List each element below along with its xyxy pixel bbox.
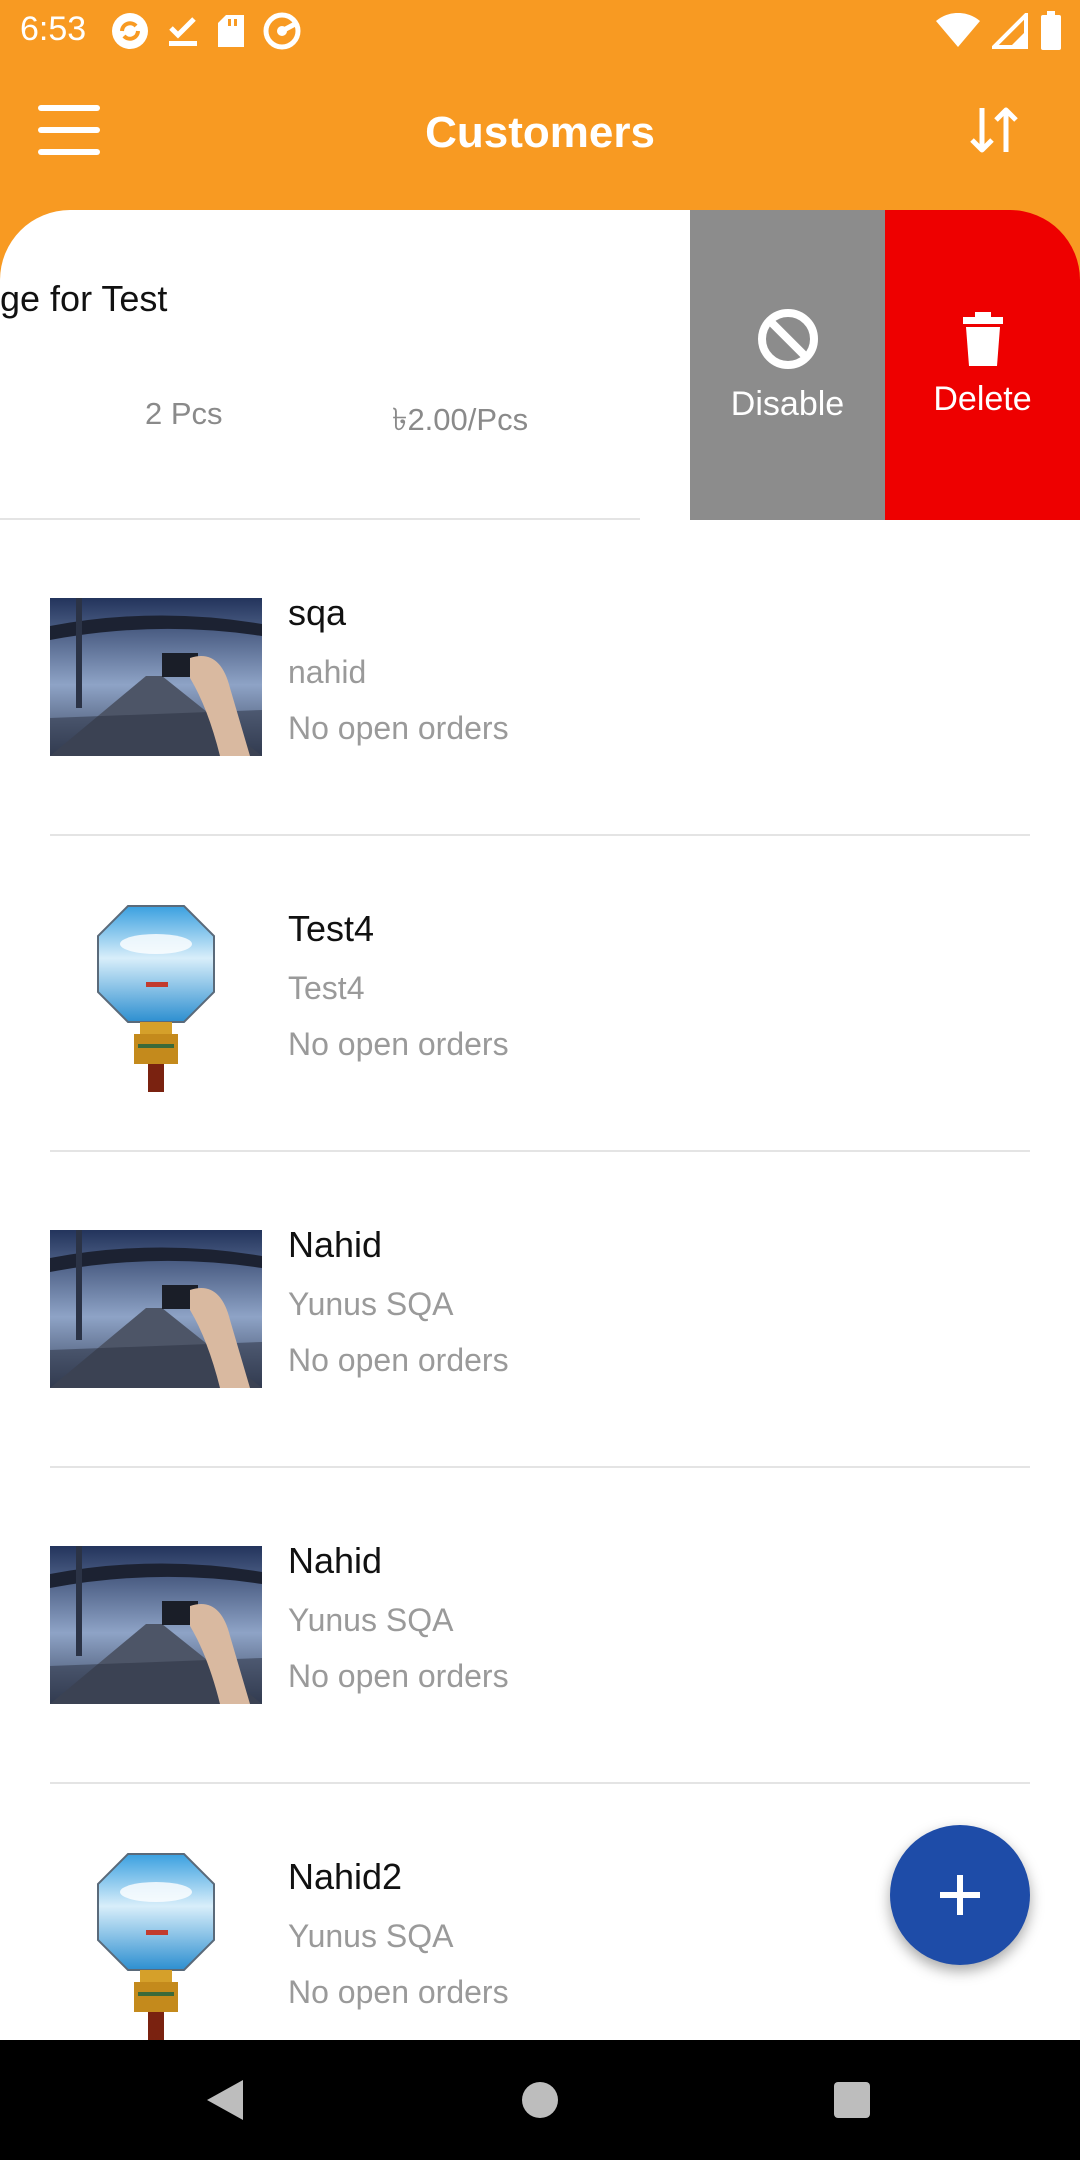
list-item[interactable]: Nahid Yunus SQA No open orders bbox=[0, 1468, 1080, 1784]
sync-icon bbox=[112, 13, 148, 49]
plus-icon bbox=[940, 1875, 980, 1915]
check-download-icon bbox=[169, 17, 197, 46]
status-bar: 6:53 bbox=[0, 0, 1080, 60]
status-time: 6:53 bbox=[20, 10, 87, 48]
customer-name: Nahid bbox=[288, 1224, 383, 1265]
customer-lcd-thumbnail bbox=[97, 1853, 215, 2040]
trash-icon bbox=[962, 311, 1003, 366]
customer-company: Yunus SQA bbox=[288, 1286, 454, 1322]
customer-company: Yunus SQA bbox=[288, 1918, 454, 1954]
page-title: Customers bbox=[425, 108, 655, 157]
customer-company: Test4 bbox=[288, 970, 365, 1006]
disable-button[interactable]: Disable bbox=[690, 210, 885, 520]
sd-card-icon bbox=[218, 15, 244, 47]
customer-photo-thumbnail bbox=[50, 1230, 262, 1388]
list-item[interactable]: Nahid Yunus SQA No open orders bbox=[0, 1152, 1080, 1468]
customer-name: Test4 bbox=[288, 908, 375, 949]
swiped-item-quantity: 2 Pcs bbox=[145, 396, 223, 431]
signal-icon bbox=[992, 13, 1028, 49]
home-icon[interactable] bbox=[522, 2082, 558, 2118]
disable-label: Disable bbox=[730, 384, 845, 423]
swiped-list-item[interactable]: ge for Test 2 Pcs ৳2.00/Pcs Disable Dele… bbox=[0, 210, 1080, 520]
customer-name: Nahid2 bbox=[288, 1856, 403, 1897]
customer-name: Nahid bbox=[288, 1540, 383, 1581]
block-icon bbox=[757, 308, 818, 369]
customer-orders: No open orders bbox=[288, 1974, 509, 2010]
swiped-item-card[interactable]: ge for Test 2 Pcs ৳2.00/Pcs bbox=[0, 210, 690, 520]
sort-arrows-icon[interactable] bbox=[966, 102, 1022, 158]
customer-orders: No open orders bbox=[288, 1342, 509, 1378]
app-bar: Customers bbox=[0, 60, 1080, 210]
back-icon[interactable] bbox=[205, 2078, 245, 2122]
delete-button[interactable]: Delete bbox=[885, 210, 1080, 520]
customer-photo-thumbnail bbox=[50, 598, 262, 756]
list-item[interactable]: Test4 Test4 No open orders bbox=[0, 836, 1080, 1152]
swiped-item-title: ge for Test bbox=[0, 278, 168, 319]
customer-photo-thumbnail bbox=[50, 1546, 262, 1704]
status-notification-icons bbox=[110, 10, 302, 52]
delete-label: Delete bbox=[933, 379, 1032, 418]
wifi-icon bbox=[936, 13, 980, 47]
customer-name: sqa bbox=[288, 592, 347, 633]
system-nav-bar bbox=[0, 2040, 1080, 2160]
recents-icon[interactable] bbox=[834, 2082, 870, 2118]
battery-icon bbox=[1041, 11, 1061, 50]
customer-orders: No open orders bbox=[288, 1026, 509, 1062]
customer-lcd-thumbnail bbox=[97, 905, 215, 1092]
add-customer-button[interactable] bbox=[890, 1825, 1030, 1965]
swiped-item-price: ৳2.00/Pcs bbox=[392, 402, 529, 437]
status-system-icons bbox=[936, 10, 1062, 52]
customer-orders: No open orders bbox=[288, 1658, 509, 1694]
customer-company: nahid bbox=[288, 654, 367, 690]
list-item[interactable]: sqa nahid No open orders bbox=[0, 520, 1080, 836]
at-sign-icon bbox=[263, 12, 301, 50]
customer-orders: No open orders bbox=[288, 710, 509, 746]
customer-company: Yunus SQA bbox=[288, 1602, 454, 1638]
